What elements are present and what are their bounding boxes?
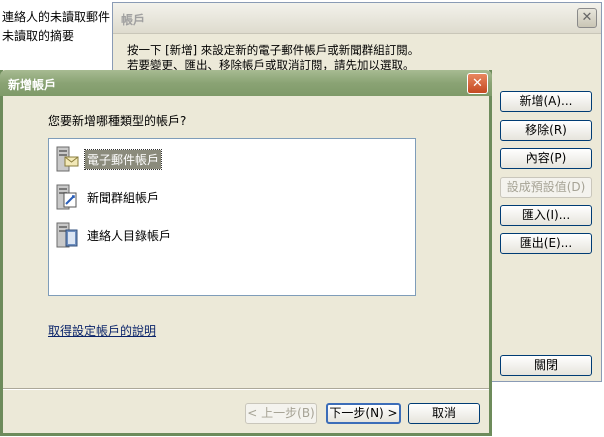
account-type-email[interactable]: 電子郵件帳戶	[55, 143, 163, 175]
new-account-dialog-close-button[interactable]: ✕	[467, 73, 488, 94]
new-account-dialog-title: 新增帳戶	[8, 78, 57, 92]
account-type-email-label: 電子郵件帳戶	[83, 148, 163, 170]
remove-button[interactable]: 移除(R)	[500, 120, 592, 141]
properties-button[interactable]: 內容(P)	[500, 148, 592, 169]
accounts-description-line1: 按一下 [新增] 來設定新的電子郵件帳戶或新聞群組訂閱。	[127, 43, 420, 57]
account-type-question: 您要新增哪種類型的帳戶?	[48, 114, 187, 128]
cancel-button[interactable]: 取消	[408, 403, 480, 424]
new-account-dialog-titlebar[interactable]: 新增帳戶 ✕	[0, 70, 492, 96]
newsgroup-server-icon	[56, 184, 77, 210]
export-button[interactable]: 匯出(E)...	[500, 233, 592, 254]
accounts-description: 按一下 [新增] 來設定新的電子郵件帳戶或新聞群組訂閱。 若要變更、匯出、移除帳…	[127, 43, 419, 73]
dialog-separator	[3, 388, 489, 390]
next-button[interactable]: 下一步(N) >	[326, 403, 401, 424]
account-type-newsgroup-label: 新聞群組帳戶	[87, 190, 160, 205]
directory-server-icon	[56, 222, 78, 248]
close-icon: ✕	[581, 10, 593, 25]
add-button[interactable]: 新增(A)...	[500, 91, 592, 112]
close-icon: ✕	[472, 76, 483, 91]
accounts-window-title: 帳戶	[121, 13, 146, 27]
accounts-close-button[interactable]: 關閉	[500, 355, 592, 376]
account-type-directory[interactable]: 連絡人目錄帳戶	[55, 219, 173, 251]
account-type-list[interactable]: 電子郵件帳戶 新聞群組帳戶 連絡人目錄帳戶	[48, 138, 416, 296]
account-type-directory-label: 連絡人目錄帳戶	[87, 228, 172, 243]
mail-server-icon	[56, 146, 79, 172]
accounts-window-close-button[interactable]: ✕	[577, 8, 597, 28]
account-setup-help-link[interactable]: 取得設定帳戶的說明	[48, 322, 156, 339]
account-type-newsgroup[interactable]: 新聞群組帳戶	[55, 181, 161, 213]
back-button[interactable]: < 上一步(B)	[245, 403, 317, 424]
background-item-unread-summary[interactable]: 未讀取的摘要	[2, 27, 74, 44]
set-default-button[interactable]: 設成預設值(D)	[500, 177, 592, 198]
accounts-window-titlebar[interactable]: 帳戶 ✕	[113, 3, 601, 34]
background-item-unread-contacts[interactable]: 連絡人的未讀取郵件	[2, 8, 110, 25]
import-button[interactable]: 匯入(I)...	[500, 205, 592, 226]
new-account-dialog: 新增帳戶 ✕ 您要新增哪種類型的帳戶? 電子郵件帳戶 新聞群組帳戶 連絡人目錄帳…	[0, 70, 492, 436]
